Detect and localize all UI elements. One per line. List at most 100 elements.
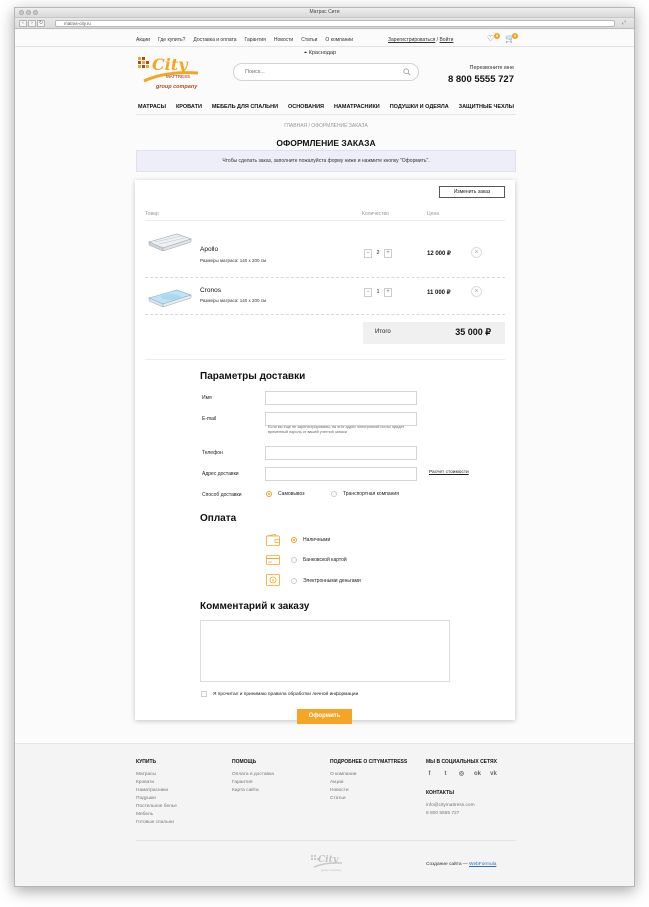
product-name[interactable]: Apollo	[200, 246, 218, 253]
mainnav-item-toppers[interactable]: Наматрасники	[334, 104, 380, 110]
payment-option-cash[interactable]: Наличными	[291, 537, 330, 543]
footer-link[interactable]: Карта сайта	[232, 787, 274, 795]
auth-separator: /	[436, 37, 439, 43]
delivery-option-pickup[interactable]: Самовывоз	[266, 491, 305, 497]
window-title: Матрас Сити	[309, 9, 340, 15]
comment-textarea[interactable]	[200, 620, 450, 682]
city-selector[interactable]: ⌖ Краснодар	[304, 50, 336, 57]
footer-link[interactable]: Постельное белье	[136, 803, 177, 811]
radio-unselected[interactable]	[331, 491, 337, 497]
footer-link[interactable]: О компании	[330, 771, 407, 779]
shipping-calc-link[interactable]: Расчет стоимости	[429, 470, 469, 475]
footer-link[interactable]: Готовые спальни	[136, 819, 177, 827]
footer-link[interactable]: Статьи	[330, 795, 407, 803]
callback-link[interactable]: Перезвоните мне	[470, 65, 514, 71]
footer-link[interactable]: Новости	[330, 787, 407, 795]
name-field[interactable]	[265, 391, 417, 405]
agree-checkbox-row[interactable]: Я прочитал и принимаю правила обработки …	[201, 691, 358, 697]
submit-order-button[interactable]: Оформить	[297, 709, 352, 724]
breadcrumb[interactable]: Главная / Оформление заказа	[136, 123, 516, 129]
twitter-icon[interactable]: t	[442, 771, 449, 778]
topnav-link-warranty[interactable]: Гарантия	[245, 37, 266, 43]
forward-icon[interactable]: ›	[28, 20, 36, 27]
topnav-link-about[interactable]: О компании	[325, 37, 353, 43]
qty-value[interactable]: 2	[372, 249, 384, 258]
total-label: Итого	[375, 329, 391, 335]
address-field[interactable]	[265, 467, 417, 481]
reload-icon[interactable]: ↻	[37, 20, 45, 27]
footer-link[interactable]: Оплата и доставка	[232, 771, 274, 779]
qty-increase-button[interactable]: +	[384, 249, 392, 258]
topnav-link-where-buy[interactable]: Где купить?	[158, 37, 185, 43]
footer-phone[interactable]: 8 800 5555 727	[426, 810, 497, 818]
odnoklassniki-icon[interactable]: ok	[474, 771, 481, 778]
section-divider	[145, 359, 505, 360]
back-icon[interactable]: ‹	[19, 20, 27, 27]
phone-label: Телефон	[202, 450, 223, 456]
register-link[interactable]: Зарегистрироваться	[388, 37, 435, 43]
browser-titlebar: Матрас Сити	[15, 8, 634, 18]
footer-link[interactable]: Гарантия	[232, 779, 274, 787]
remove-item-icon[interactable]: ×	[471, 247, 482, 258]
footer-link[interactable]: Кровати	[136, 779, 177, 787]
qty-decrease-button[interactable]: −	[364, 288, 372, 297]
made-by-prefix: Создание сайта —	[426, 862, 468, 867]
agree-checkbox[interactable]	[201, 691, 207, 697]
credit-card-icon	[266, 555, 280, 565]
qty-value[interactable]: 1	[372, 288, 384, 297]
header: City MATTRESS group company ⌖ Краснодар …	[136, 47, 516, 99]
radio-unselected[interactable]	[291, 557, 297, 563]
search-input[interactable]	[245, 69, 395, 75]
phone-field[interactable]	[265, 446, 417, 460]
mainnav-item-mattresses[interactable]: Матрасы	[138, 104, 166, 110]
fullscreen-icon[interactable]: ⤢	[622, 20, 630, 27]
topnav-link-articles[interactable]: Статьи	[301, 37, 317, 43]
company-logo[interactable]: City MATTRESS group company	[136, 51, 206, 95]
vk-icon[interactable]: vk	[490, 771, 497, 778]
item-divider	[145, 314, 505, 315]
product-image-apollo[interactable]	[147, 230, 193, 252]
radio-selected[interactable]	[266, 491, 272, 497]
address-bar[interactable]: matras-city.ru	[55, 20, 615, 27]
table-divider	[145, 220, 505, 221]
change-order-button[interactable]: Изменить заказ	[439, 186, 505, 198]
footer-email[interactable]: info@citymattress.com	[426, 802, 497, 810]
footer-link[interactable]: Матрасы	[136, 771, 177, 779]
radio-unselected[interactable]	[291, 578, 297, 584]
instagram-icon[interactable]: ◎	[458, 771, 465, 778]
login-link[interactable]: Войти	[439, 37, 453, 43]
qty-increase-button[interactable]: +	[384, 288, 392, 297]
remove-item-icon[interactable]: ×	[471, 286, 482, 297]
topnav-link-promo[interactable]: Акции	[136, 37, 150, 43]
search-icon[interactable]	[403, 68, 411, 76]
mainnav-item-covers[interactable]: Защитные чехлы	[459, 104, 514, 110]
emoney-icon: $	[266, 574, 280, 586]
mainnav-item-beds[interactable]: Кровати	[176, 104, 202, 110]
footer-link[interactable]: Акции	[330, 779, 407, 787]
radio-selected[interactable]	[291, 537, 297, 543]
facebook-icon[interactable]: f	[426, 771, 433, 778]
footer-logo[interactable]: City group company	[310, 852, 346, 874]
footer-link[interactable]: Мебель	[136, 811, 177, 819]
mainnav-item-pillows[interactable]: Подушки и одеяла	[390, 104, 449, 110]
email-field[interactable]	[265, 412, 417, 426]
page: Акции Где купить? Доставка и оплата Гара…	[15, 30, 634, 886]
made-by-link[interactable]: WebFormula	[469, 862, 496, 867]
mainnav-item-bedroom-furniture[interactable]: Мебель для спальни	[212, 104, 278, 110]
footer-link[interactable]: Подушки	[136, 795, 177, 803]
topnav-link-delivery[interactable]: Доставка и оплата	[193, 37, 236, 43]
cart-icon[interactable]: 🛒 2	[505, 33, 518, 43]
topnav-link-news[interactable]: Новости	[274, 37, 293, 43]
favorites-icon[interactable]: ♡ 0	[487, 33, 500, 43]
product-name[interactable]: Cronos	[200, 287, 221, 294]
delivery-option-transport[interactable]: Транспортная компания	[331, 491, 399, 497]
delivery-method-label: Способ доставки	[202, 492, 242, 498]
footer-link[interactable]: Наматрасники	[136, 787, 177, 795]
header-phone[interactable]: 8 800 5555 727	[448, 74, 514, 85]
product-image-cronos[interactable]	[147, 286, 193, 308]
payment-option-card[interactable]: Банковской картой	[291, 557, 347, 563]
payment-option-emoney[interactable]: Электронными деньгами	[291, 578, 361, 584]
mainnav-item-bases[interactable]: Основания	[288, 104, 324, 110]
qty-decrease-button[interactable]: −	[364, 249, 372, 258]
product-size: Размеры матраса: 140 x 200 см	[200, 258, 267, 263]
